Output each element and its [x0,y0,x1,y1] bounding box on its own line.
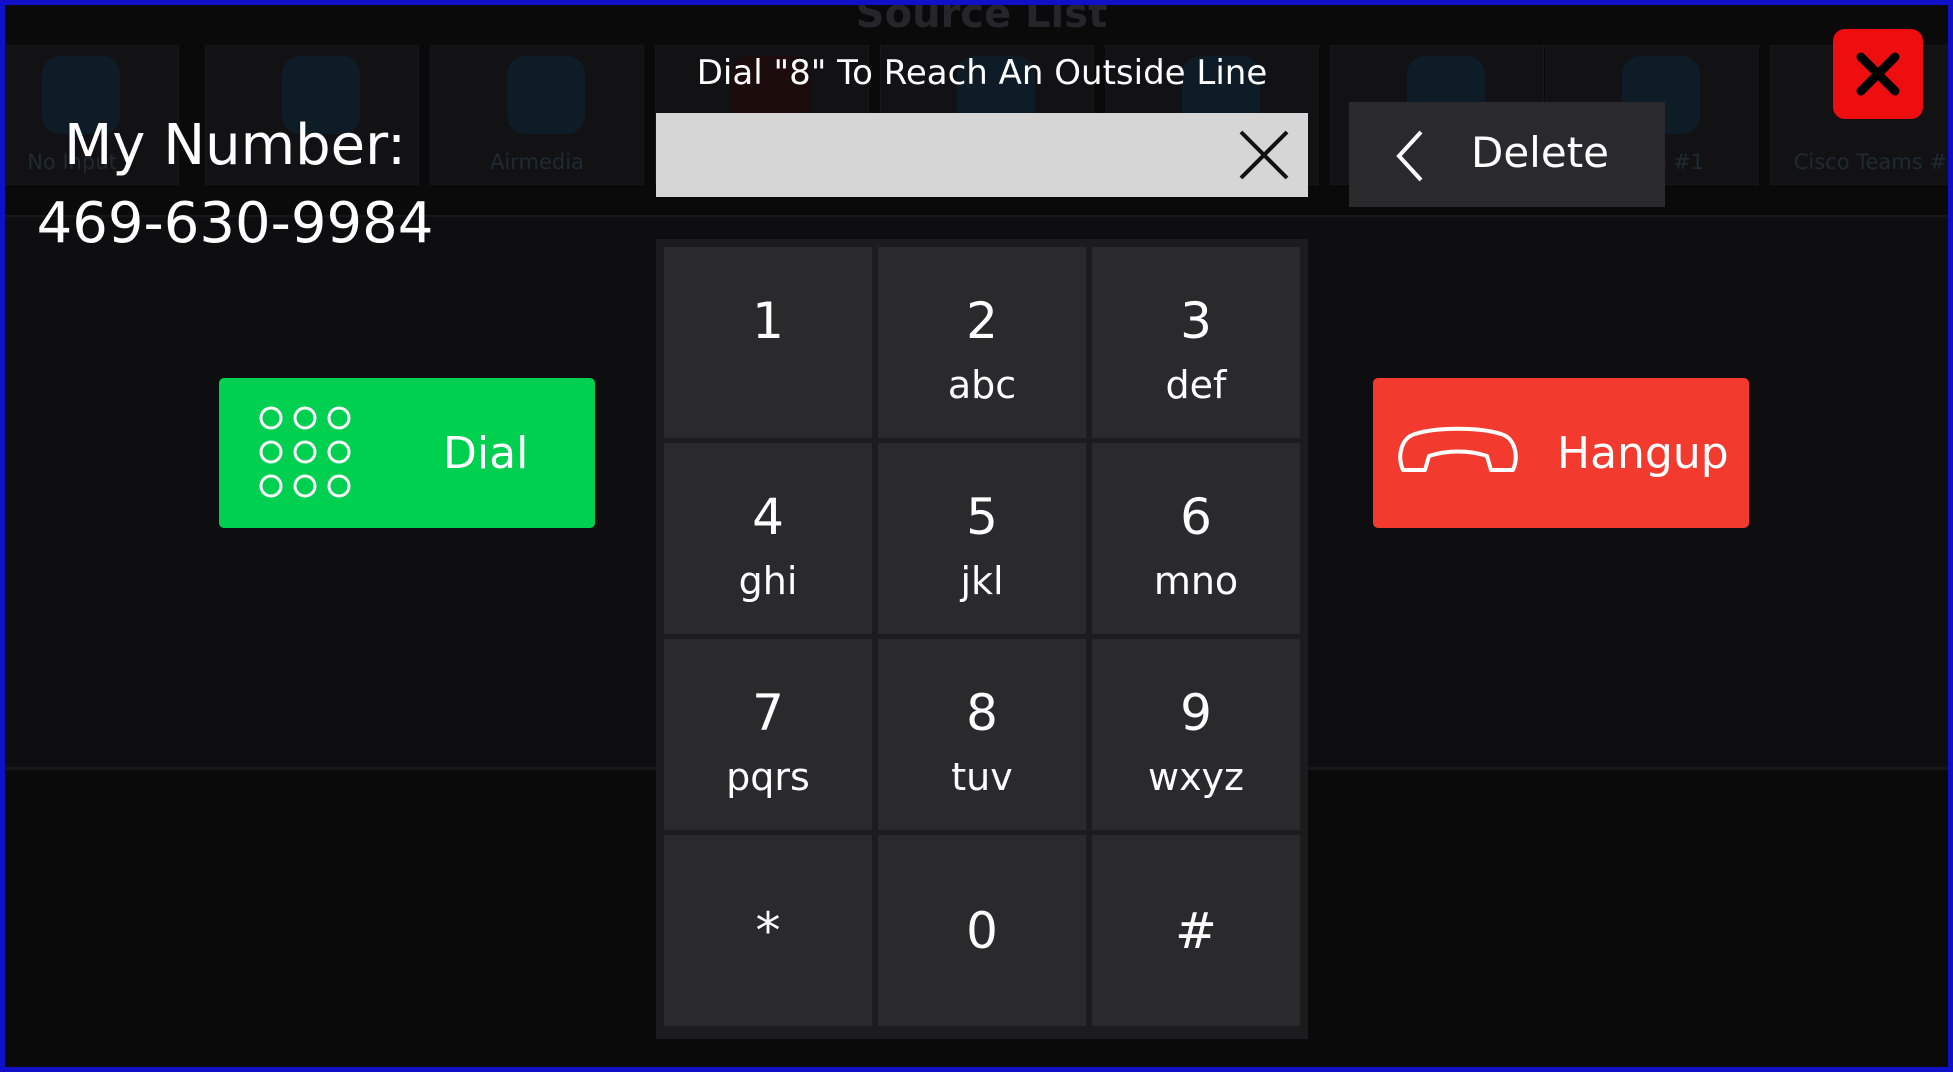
key-digit: 0 [966,902,998,960]
key-letters: ghi [738,559,798,603]
key-4[interactable]: 4 ghi [664,443,872,634]
dial-button[interactable]: Dial [219,378,595,528]
key-hash[interactable]: # [1092,835,1300,1026]
dial-keypad: 1 2 abc 3 def 4 ghi 5 jkl 6 mno 7 pqrs 8 tuv 9 w… [656,239,1308,1039]
close-button[interactable] [1833,29,1923,119]
dial-button-label: Dial [443,428,529,479]
key-digit: 9 [1180,684,1212,742]
key-5[interactable]: 5 jkl [878,443,1086,634]
key-digit: 6 [1180,488,1212,546]
key-star[interactable]: * [664,835,872,1026]
background-title: Source List [855,0,1108,37]
my-number-label: My Number: [63,113,407,178]
key-0[interactable]: 0 [878,835,1086,1026]
key-letters: mno [1153,559,1239,603]
key-letters: abc [947,363,1017,407]
close-icon [1856,52,1900,96]
key-1[interactable]: 1 [664,247,872,438]
delete-button-label: Delete [1471,128,1609,177]
dial-number-input[interactable] [656,113,1238,199]
key-digit: 8 [966,684,998,742]
clear-input-button[interactable] [1232,123,1296,187]
key-letters: pqrs [726,755,810,799]
dial-number-field [656,113,1308,199]
clear-x-icon [1239,130,1289,180]
dialer-screen: Source List No Input Airmedia Teams #1 C… [0,0,1953,1072]
key-letters: wxyz [1147,755,1244,799]
delete-button[interactable]: Delete [1349,102,1665,207]
key-digit: 1 [752,292,784,350]
key-digit: 3 [1180,292,1212,350]
key-letters: def [1165,363,1227,407]
key-digit: 7 [752,684,784,742]
airmedia-icon [507,56,585,134]
hangup-button-label: Hangup [1557,428,1729,479]
key-digit: 4 [752,488,784,546]
my-number-block: My Number: 469-630-9984 [25,107,445,263]
key-letters: jkl [960,559,1004,603]
key-letters: tuv [951,755,1013,799]
key-digit: * [755,902,781,960]
key-3[interactable]: 3 def [1092,247,1300,438]
key-digit: 5 [966,488,998,546]
key-digit: # [1175,902,1217,960]
keypad-icon [259,406,351,498]
key-9[interactable]: 9 wxyz [1092,639,1300,830]
my-number-value: 469-630-9984 [36,191,434,256]
background-source-tile: Airmedia [430,45,644,185]
key-2[interactable]: 2 abc [878,247,1086,438]
source-label: Cisco Teams #2 [1793,150,1953,174]
key-digit: 2 [966,292,998,350]
hangup-button[interactable]: Hangup [1373,378,1749,528]
key-8[interactable]: 8 tuv [878,639,1086,830]
chevron-left-icon [1396,130,1423,182]
key-6[interactable]: 6 mno [1092,443,1300,634]
phone-hangup-icon [1398,426,1518,472]
key-7[interactable]: 7 pqrs [664,639,872,830]
outside-line-hint: Dial "8" To Reach An Outside Line [696,53,1268,93]
source-label: Airmedia [490,150,584,174]
